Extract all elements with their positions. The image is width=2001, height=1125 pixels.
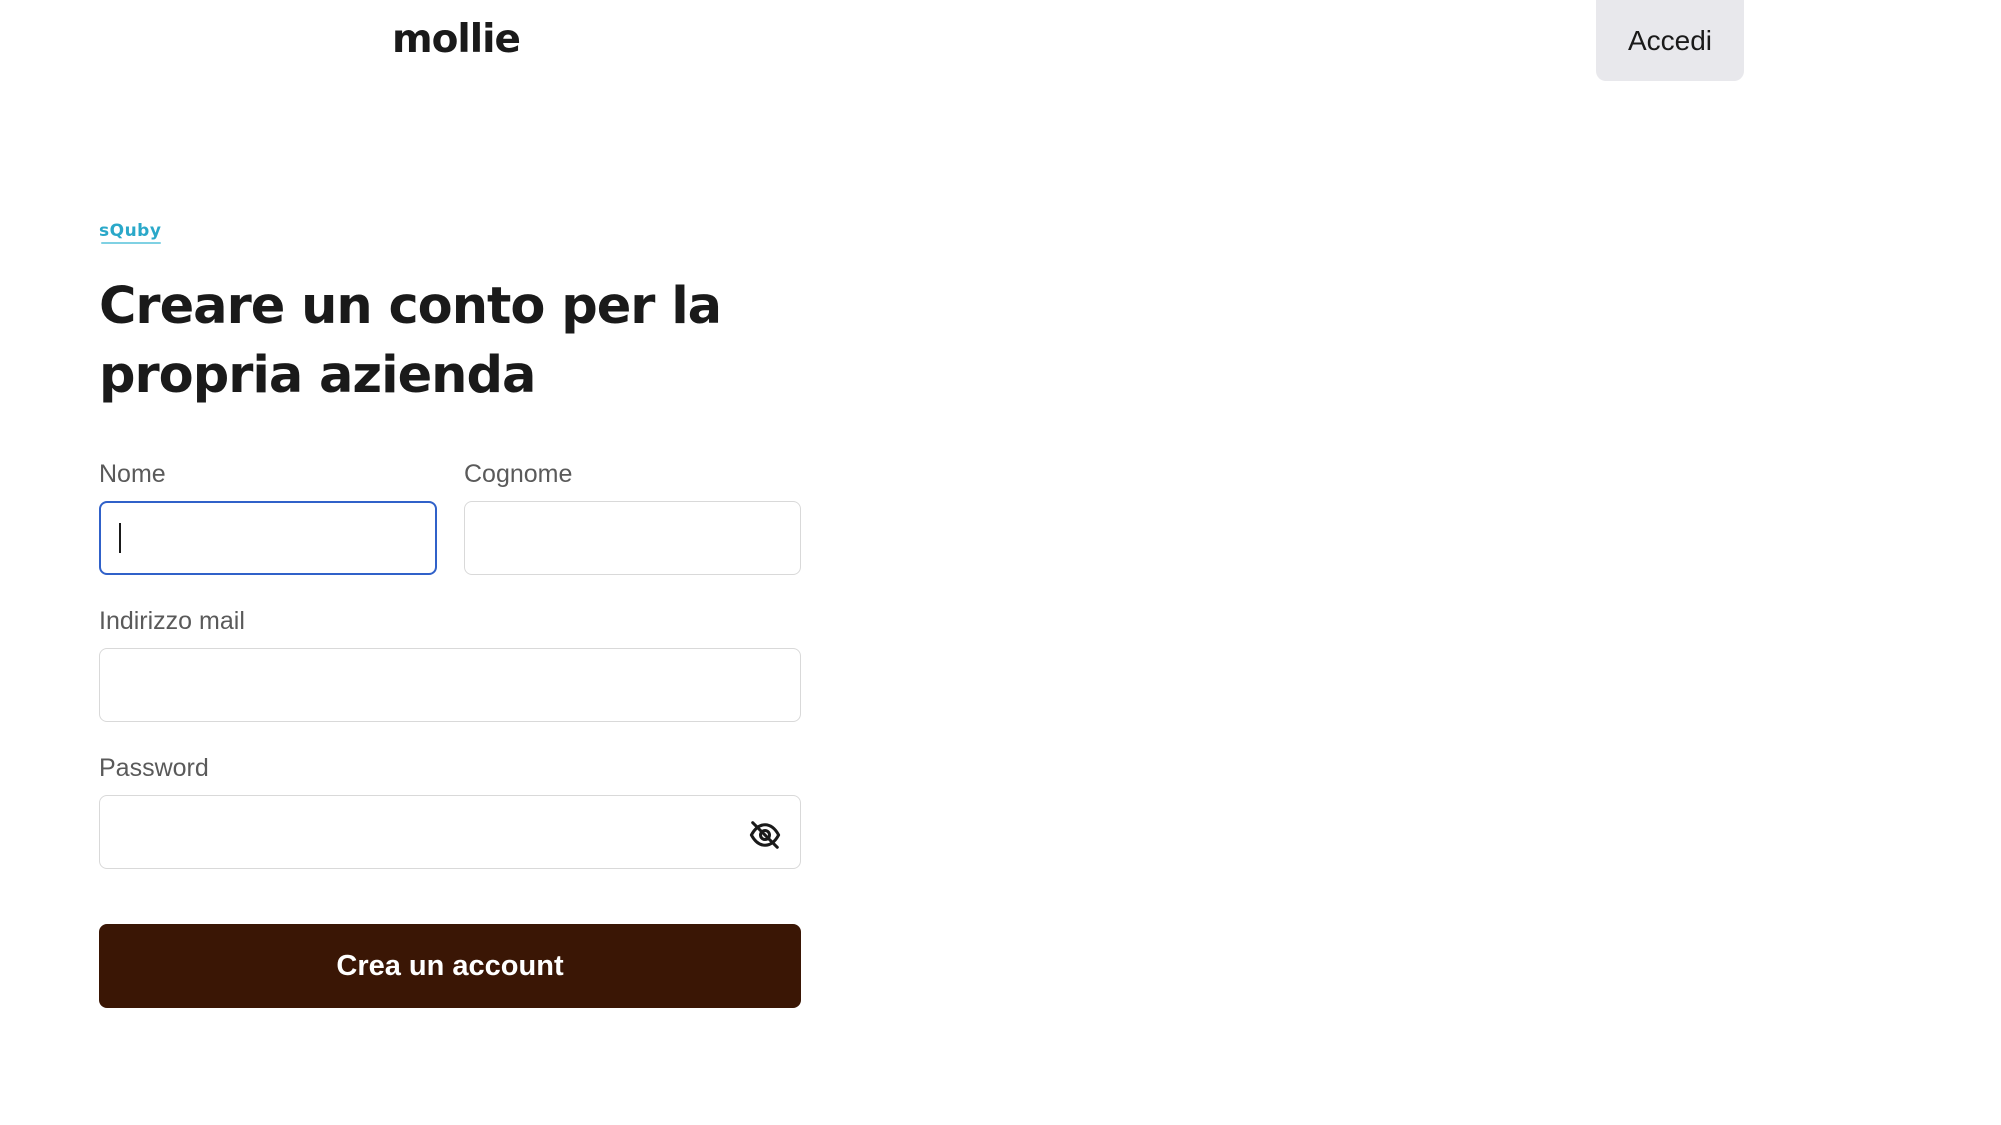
password-input[interactable] bbox=[99, 795, 801, 869]
merchant-logo: sQuby bbox=[99, 221, 162, 244]
merchant-logo-underline bbox=[101, 242, 162, 244]
eye-off-icon bbox=[749, 821, 781, 849]
show-password-toggle[interactable] bbox=[748, 820, 782, 850]
text-cursor bbox=[119, 523, 121, 553]
last-name-label: Cognome bbox=[464, 460, 573, 488]
signup-page: mollie Accedi sQuby Creare un conto per … bbox=[0, 0, 2001, 1125]
merchant-logo-text: sQuby bbox=[99, 221, 162, 241]
page-title: Creare un conto per la propria azienda bbox=[99, 277, 722, 405]
create-account-button[interactable]: Crea un account bbox=[99, 924, 801, 1008]
email-input[interactable] bbox=[99, 648, 801, 722]
mollie-logo: mollie bbox=[392, 17, 521, 62]
first-name-label: Nome bbox=[99, 460, 166, 488]
login-button[interactable]: Accedi bbox=[1596, 0, 1744, 81]
first-name-input[interactable] bbox=[99, 501, 437, 575]
email-label: Indirizzo mail bbox=[99, 607, 245, 635]
password-label: Password bbox=[99, 754, 209, 782]
last-name-input[interactable] bbox=[464, 501, 801, 575]
